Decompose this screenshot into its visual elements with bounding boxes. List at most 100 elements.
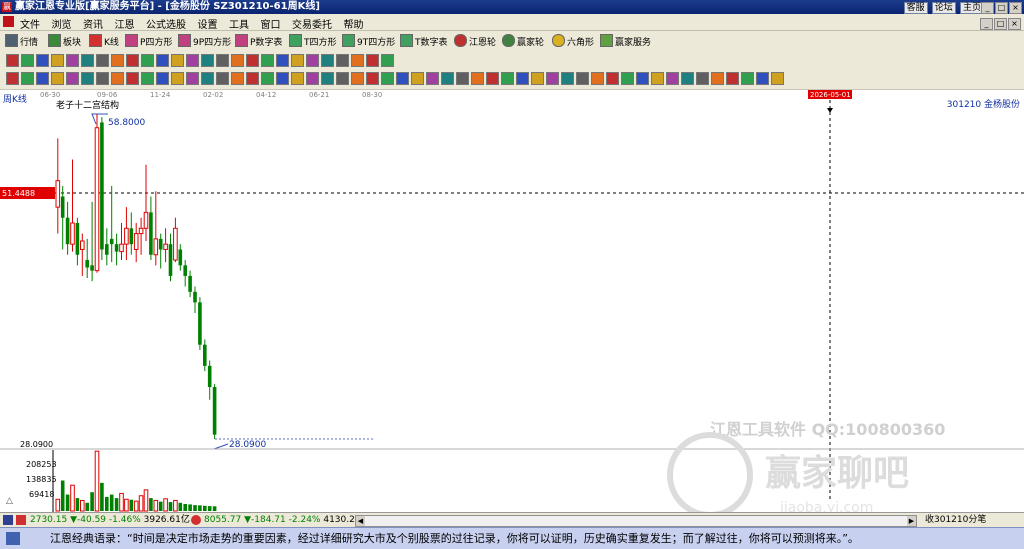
drawing-tool-icon[interactable]: [711, 72, 724, 85]
drawing-tool-icon[interactable]: [546, 72, 559, 85]
drawing-tool-icon[interactable]: [6, 72, 19, 85]
sz-index[interactable]: 8055.77 ▼-184.71 -2.24% 4130.2: [204, 514, 355, 526]
navigation-tool-icon[interactable]: [261, 54, 274, 67]
mdi-close-button[interactable]: ×: [1008, 18, 1021, 30]
drawing-tool-icon[interactable]: [231, 72, 244, 85]
drawing-tool-icon[interactable]: [396, 72, 409, 85]
tb-quotes-button[interactable]: 行情: [5, 34, 38, 48]
drawing-tool-icon[interactable]: [186, 72, 199, 85]
tb-gann-wheel-button[interactable]: 江恩轮: [454, 34, 496, 48]
drawing-tool-icon[interactable]: [591, 72, 604, 85]
navigation-tool-icon[interactable]: [276, 54, 289, 67]
menu-file[interactable]: 文件: [20, 16, 40, 31]
drawing-tool-icon[interactable]: [411, 72, 424, 85]
tb-winner-wheel-button[interactable]: 赢家轮: [502, 34, 544, 48]
drawing-tool-icon[interactable]: [366, 72, 379, 85]
drawing-tool-icon[interactable]: [666, 72, 679, 85]
drawing-tool-icon[interactable]: [126, 72, 139, 85]
drawing-tool-icon[interactable]: [336, 72, 349, 85]
drawing-tool-icon[interactable]: [561, 72, 574, 85]
tick-detail-label[interactable]: 收301210分笔: [925, 514, 986, 526]
drawing-tool-icon[interactable]: [621, 72, 634, 85]
scroll-right-icon[interactable]: ▶: [907, 516, 916, 526]
forum-link[interactable]: 论坛: [931, 2, 956, 14]
weekly-kline-chart[interactable]: 06-30 09-06 11-24 02-02 04-12 06-21 08-3…: [0, 90, 1024, 518]
maximize-button[interactable]: □: [995, 2, 1008, 14]
drawing-tool-icon[interactable]: [276, 72, 289, 85]
drawing-tool-icon[interactable]: [246, 72, 259, 85]
navigation-tool-icon[interactable]: [306, 54, 319, 67]
drawing-tool-icon[interactable]: [51, 72, 64, 85]
market-icon[interactable]: [3, 515, 13, 525]
navigation-tool-icon[interactable]: [201, 54, 214, 67]
drawing-tool-icon[interactable]: [576, 72, 589, 85]
navigation-tool-icon[interactable]: [96, 54, 109, 67]
navigation-tool-icon[interactable]: [126, 54, 139, 67]
drawing-tool-icon[interactable]: [66, 72, 79, 85]
tb-t-table-button[interactable]: T数字表: [400, 34, 448, 48]
navigation-tool-icon[interactable]: [351, 54, 364, 67]
scroll-left-icon[interactable]: ◀: [356, 516, 365, 526]
drawing-tool-icon[interactable]: [171, 72, 184, 85]
navigation-tool-icon[interactable]: [111, 54, 124, 67]
drawing-tool-icon[interactable]: [426, 72, 439, 85]
navigation-tool-icon[interactable]: [66, 54, 79, 67]
drawing-tool-icon[interactable]: [501, 72, 514, 85]
drawing-tool-icon[interactable]: [111, 72, 124, 85]
navigation-tool-icon[interactable]: [156, 54, 169, 67]
drawing-tool-icon[interactable]: [306, 72, 319, 85]
menu-browse[interactable]: 浏览: [52, 16, 72, 31]
navigation-tool-icon[interactable]: [186, 54, 199, 67]
drawing-tool-icon[interactable]: [201, 72, 214, 85]
drawing-tool-icon[interactable]: [36, 72, 49, 85]
chart-area[interactable]: 06-30 09-06 11-24 02-02 04-12 06-21 08-3…: [0, 90, 1024, 518]
navigation-tool-icon[interactable]: [321, 54, 334, 67]
drawing-tool-icon[interactable]: [741, 72, 754, 85]
tb-kline-button[interactable]: K线: [89, 34, 119, 48]
menu-formula-select[interactable]: 公式选股: [146, 16, 186, 31]
mdi-restore-button[interactable]: □: [994, 18, 1007, 30]
navigation-tool-icon[interactable]: [246, 54, 259, 67]
drawing-tool-icon[interactable]: [381, 72, 394, 85]
drawing-tool-icon[interactable]: [156, 72, 169, 85]
navigation-tool-icon[interactable]: [51, 54, 64, 67]
drawing-tool-icon[interactable]: [516, 72, 529, 85]
menu-tools[interactable]: 工具: [229, 16, 249, 31]
drawing-tool-icon[interactable]: [216, 72, 229, 85]
menu-trading[interactable]: 交易委托: [292, 16, 332, 31]
tb-9p-square-button[interactable]: 9P四方形: [178, 34, 231, 48]
horizontal-scrollbar[interactable]: ◀ ▶: [355, 515, 917, 527]
tb-service-button[interactable]: 赢家服务: [600, 34, 651, 48]
document-icon[interactable]: [3, 16, 14, 27]
drawing-tool-icon[interactable]: [441, 72, 454, 85]
tb-9t-square-button[interactable]: 9T四方形: [342, 34, 395, 48]
drawing-tool-icon[interactable]: [141, 72, 154, 85]
drawing-tool-icon[interactable]: [726, 72, 739, 85]
tb-p-square-button[interactable]: P四方形: [125, 34, 172, 48]
drawing-tool-icon[interactable]: [756, 72, 769, 85]
navigation-tool-icon[interactable]: [36, 54, 49, 67]
drawing-tool-icon[interactable]: [531, 72, 544, 85]
mdi-minimize-button[interactable]: _: [980, 18, 993, 30]
navigation-tool-icon[interactable]: [366, 54, 379, 67]
navigation-tool-icon[interactable]: [81, 54, 94, 67]
menu-help[interactable]: 帮助: [344, 16, 364, 31]
close-button[interactable]: ×: [1009, 2, 1022, 14]
drawing-tool-icon[interactable]: [471, 72, 484, 85]
drawing-tool-icon[interactable]: [606, 72, 619, 85]
navigation-tool-icon[interactable]: [336, 54, 349, 67]
menu-news[interactable]: 资讯: [83, 16, 103, 31]
tb-t-square-button[interactable]: T四方形: [289, 34, 337, 48]
drawing-tool-icon[interactable]: [456, 72, 469, 85]
menu-settings[interactable]: 设置: [198, 16, 218, 31]
drawing-tool-icon[interactable]: [96, 72, 109, 85]
support-link[interactable]: 客服: [903, 2, 928, 14]
minimize-button[interactable]: _: [981, 2, 994, 14]
drawing-tool-icon[interactable]: [81, 72, 94, 85]
drawing-tool-icon[interactable]: [771, 72, 784, 85]
navigation-tool-icon[interactable]: [171, 54, 184, 67]
drawing-tool-icon[interactable]: [291, 72, 304, 85]
navigation-tool-icon[interactable]: [141, 54, 154, 67]
tb-sector-button[interactable]: 板块: [48, 34, 81, 48]
navigation-tool-icon[interactable]: [291, 54, 304, 67]
